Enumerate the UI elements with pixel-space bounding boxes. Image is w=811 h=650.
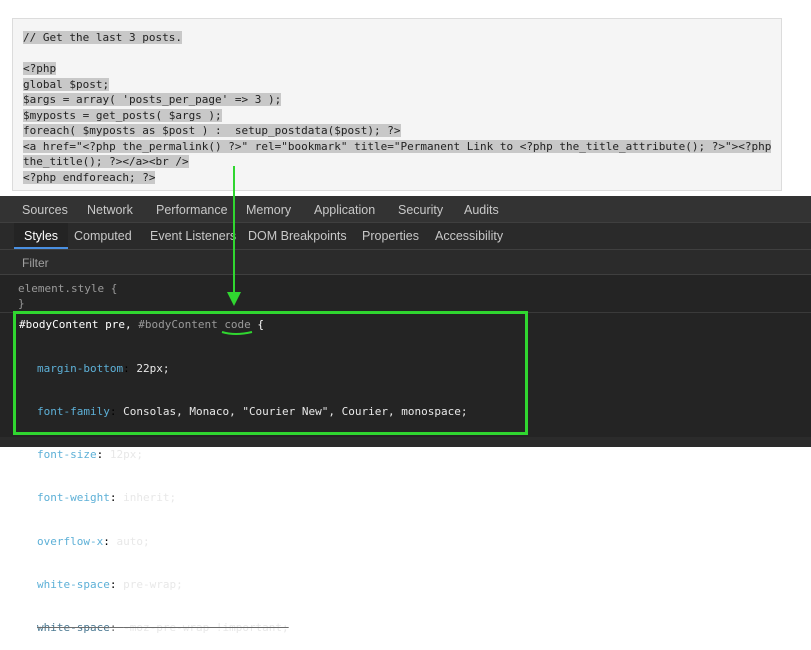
tab-sources[interactable]: Sources bbox=[22, 203, 68, 217]
styles-filter-input[interactable]: Filter bbox=[0, 250, 811, 275]
tab-performance[interactable]: Performance bbox=[156, 203, 228, 217]
css-property[interactable]: white-space: pre-wrap; bbox=[37, 578, 467, 592]
tab-event-listeners[interactable]: Event Listeners bbox=[150, 229, 236, 243]
tab-computed[interactable]: Computed bbox=[74, 229, 132, 243]
property-name[interactable]: white-space bbox=[37, 578, 110, 591]
tab-application[interactable]: Application bbox=[314, 203, 375, 217]
property-name[interactable]: font-family bbox=[37, 405, 110, 418]
tab-styles[interactable]: Styles bbox=[14, 223, 69, 249]
code-line: $myposts = get_posts( $args ); bbox=[23, 108, 222, 122]
property-value[interactable]: auto; bbox=[116, 535, 149, 548]
tab-accessibility[interactable]: Accessibility bbox=[435, 229, 503, 243]
code-line: // Get the last 3 posts. bbox=[23, 31, 182, 44]
element-style-rule[interactable]: element.style { } bbox=[18, 281, 117, 311]
rule-divider bbox=[0, 312, 811, 313]
devtools-main-tabs: Sources Network Performance Memory Appli… bbox=[0, 196, 811, 223]
property-value[interactable]: 22px; bbox=[136, 362, 169, 375]
css-property[interactable]: font-family: Consolas, Monaco, "Courier … bbox=[37, 405, 467, 419]
property-value[interactable]: -moz-pre-wrap !important; bbox=[123, 621, 289, 634]
property-name[interactable]: overflow-x bbox=[37, 535, 103, 548]
filter-placeholder: Filter bbox=[22, 256, 49, 270]
css-property[interactable]: font-weight: inherit; bbox=[37, 491, 467, 505]
property-name[interactable]: font-size bbox=[37, 448, 97, 461]
selector-body-content: #bodyContent bbox=[131, 318, 225, 331]
status-strip bbox=[0, 437, 811, 447]
tab-memory[interactable]: Memory bbox=[246, 203, 291, 217]
property-name[interactable]: margin-bottom bbox=[37, 362, 123, 375]
sidebar-pane-tabs: Styles Computed Event Listeners DOM Brea… bbox=[0, 223, 811, 250]
code-line: global $post; bbox=[23, 77, 110, 91]
code-line: <?php bbox=[23, 62, 57, 75]
property-name[interactable]: font-weight bbox=[37, 491, 110, 504]
css-property[interactable]: margin-bottom: 22px; bbox=[37, 362, 467, 376]
css-rule-properties: margin-bottom: 22px; font-family: Consol… bbox=[37, 333, 467, 650]
property-value[interactable]: 12px; bbox=[110, 448, 143, 461]
selector-pre: #bodyContent pre, bbox=[19, 318, 132, 331]
code-sample: // Get the last 3 posts. <?php global $p… bbox=[13, 19, 781, 185]
property-value[interactable]: pre-wrap; bbox=[123, 578, 183, 591]
code-sample-panel: // Get the last 3 posts. <?php global $p… bbox=[12, 18, 782, 191]
css-rule-selector[interactable]: #bodyContent pre, #bodyContent code { bbox=[19, 318, 264, 331]
property-name[interactable]: white-space bbox=[37, 621, 110, 634]
code-line: foreach( $myposts as $post ) : setup_pos… bbox=[23, 124, 401, 137]
element-style-close: } bbox=[18, 297, 25, 310]
code-line: the_title(); ?></a><br /> bbox=[23, 155, 189, 168]
css-property[interactable]: overflow-x: auto; bbox=[37, 535, 467, 549]
code-line: $args = array( 'posts_per_page' => 3 ); bbox=[23, 93, 282, 106]
tab-dom-breakpoints[interactable]: DOM Breakpoints bbox=[248, 229, 347, 243]
selector-brace: { bbox=[250, 318, 265, 331]
code-line: <a href="<?php the_permalink() ?>" rel="… bbox=[23, 139, 772, 153]
property-value[interactable]: inherit; bbox=[123, 491, 176, 504]
tab-audits[interactable]: Audits bbox=[464, 203, 499, 217]
css-property-overridden[interactable]: white-space: -moz-pre-wrap !important; bbox=[37, 621, 467, 635]
property-value[interactable]: Consolas, Monaco, "Courier New", Courier… bbox=[123, 405, 467, 418]
code-line: <?php endforeach; ?> bbox=[23, 170, 156, 184]
css-property[interactable]: font-size: 12px; bbox=[37, 448, 467, 462]
tab-security[interactable]: Security bbox=[398, 203, 443, 217]
tab-network[interactable]: Network bbox=[87, 203, 133, 217]
tab-properties[interactable]: Properties bbox=[362, 229, 419, 243]
selector-code: code bbox=[224, 318, 251, 331]
element-style-selector: element.style { bbox=[18, 282, 118, 295]
